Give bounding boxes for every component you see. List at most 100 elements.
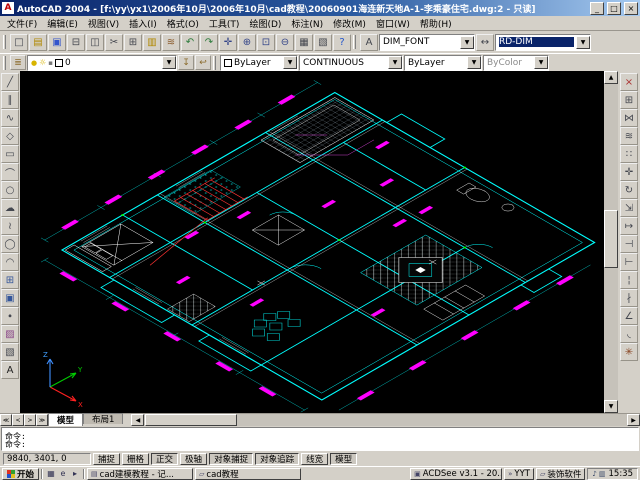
plot-preview-icon[interactable]: ◫ <box>86 34 104 51</box>
command-window[interactable]: 命令: 命令: <box>1 427 639 451</box>
break-at-point-icon[interactable]: ¦ <box>620 271 638 289</box>
save-file-icon[interactable]: ▣ <box>48 34 66 51</box>
cut-icon[interactable]: ✂ <box>105 34 123 51</box>
autocad-app-icon[interactable]: A <box>2 2 14 14</box>
multiline-text-icon[interactable]: A <box>1 361 19 379</box>
make-block-icon[interactable]: ▣ <box>1 289 19 307</box>
zoom-window-icon[interactable]: ⊡ <box>257 34 275 51</box>
ellipse-icon[interactable]: ◯ <box>1 235 19 253</box>
explode-icon[interactable]: ✳ <box>620 343 638 361</box>
offset-icon[interactable]: ≋ <box>620 127 638 145</box>
coordinate-readout[interactable]: 9840, 3401, 0 <box>3 453 91 465</box>
vertical-scroll-track[interactable] <box>604 84 618 400</box>
stretch-icon[interactable]: ↦ <box>620 217 638 235</box>
layer-combo[interactable]: ● ☼ ▪ 0 ▼ <box>27 55 177 71</box>
edit-menu[interactable]: 编辑(E) <box>42 16 83 31</box>
window-menu[interactable]: 窗口(W) <box>371 16 415 31</box>
command-prompt[interactable]: 命令: <box>5 441 635 449</box>
text-style-icon[interactable]: A <box>360 34 378 51</box>
acdsee-window-button[interactable]: ▣ ACDSee v3.1 - 20... <box>410 468 502 480</box>
drawing-canvas[interactable]: X Y Z <box>20 71 604 413</box>
pan-realtime-icon[interactable]: ✛ <box>219 34 237 51</box>
paste-icon[interactable]: ▥ <box>143 34 161 51</box>
osnap-toggle[interactable]: 对象捕捉 <box>209 453 253 465</box>
show-desktop-icon[interactable]: ▦ <box>45 468 57 480</box>
help-icon[interactable]: ? <box>333 34 351 51</box>
close-button[interactable]: × <box>624 2 638 15</box>
fillet-icon[interactable]: ◟ <box>620 325 638 343</box>
cad-tutorial-folder-taskbutton[interactable]: ▱ cad教程 <box>195 468 301 480</box>
toolbar-grip[interactable] <box>213 56 216 70</box>
erase-icon[interactable]: × <box>620 73 638 91</box>
internet-explorer-icon[interactable]: e <box>57 468 69 480</box>
redo-icon[interactable]: ↷ <box>200 34 218 51</box>
horizontal-scroll-track[interactable] <box>144 414 627 426</box>
rotate-icon[interactable]: ↻ <box>620 181 638 199</box>
layer-properties-manager-icon[interactable]: ≣ <box>10 55 26 70</box>
text-style-combo[interactable]: DIM_FONT ▼ <box>379 34 475 51</box>
chevron-down-icon[interactable]: ▼ <box>388 56 402 69</box>
ellipse-arc-icon[interactable]: ◠ <box>1 253 19 271</box>
make-object-layer-current-icon[interactable]: ↧ <box>178 55 194 70</box>
chevron-down-icon[interactable]: ▼ <box>162 56 176 69</box>
snap-toggle[interactable]: 捕捉 <box>93 453 120 465</box>
format-menu[interactable]: 格式(O) <box>162 16 204 31</box>
view-menu[interactable]: 视图(V) <box>83 16 124 31</box>
layout1-tab[interactable]: 布局1 <box>83 413 123 424</box>
dim-style-icon[interactable]: ↔ <box>476 34 494 51</box>
chevron-down-icon[interactable]: ▼ <box>576 36 590 49</box>
point-icon[interactable]: ∙ <box>1 307 19 325</box>
next-tab-button[interactable]: > <box>24 414 36 426</box>
layer-previous-icon[interactable]: ↩ <box>195 55 211 70</box>
horizontal-scroll-thumb[interactable] <box>145 414 237 426</box>
start-button[interactable]: 开始 <box>2 468 39 480</box>
revision-cloud-icon[interactable]: ☁ <box>1 199 19 217</box>
model-tab[interactable]: 模型 <box>48 413 83 426</box>
clock[interactable]: 15:35 <box>609 469 634 479</box>
region-icon[interactable]: ▧ <box>1 343 19 361</box>
input-method-icon[interactable]: ▥ <box>599 470 606 478</box>
vertical-scrollbar[interactable]: ▲ ▼ <box>604 71 618 413</box>
color-combo[interactable]: ByLayer ▼ <box>220 55 298 71</box>
extend-icon[interactable]: ⊢ <box>620 253 638 271</box>
restore-button[interactable]: □ <box>607 2 621 15</box>
zoom-previous-icon[interactable]: ⊖ <box>276 34 294 51</box>
line-icon[interactable]: ╱ <box>1 73 19 91</box>
hatch-icon[interactable]: ▨ <box>1 325 19 343</box>
lineweight-toggle[interactable]: 线宽 <box>301 453 328 465</box>
zoom-realtime-icon[interactable]: ⊕ <box>238 34 256 51</box>
decor-software-folder-button[interactable]: ▱ 装饰软件 <box>536 468 585 480</box>
tools-menu[interactable]: 工具(T) <box>204 16 245 31</box>
plot-icon[interactable]: ⊟ <box>67 34 85 51</box>
file-menu[interactable]: 文件(F) <box>2 16 42 31</box>
properties-icon[interactable]: ▦ <box>295 34 313 51</box>
polygon-icon[interactable]: ◇ <box>1 127 19 145</box>
move-icon[interactable]: ✛ <box>620 163 638 181</box>
copy-clipboard-icon[interactable]: ⊞ <box>124 34 142 51</box>
linetype-combo[interactable]: CONTINUOUS ▼ <box>299 55 403 71</box>
designcenter-icon[interactable]: ▧ <box>314 34 332 51</box>
polar-toggle[interactable]: 极轴 <box>180 453 207 465</box>
break-icon[interactable]: ∤ <box>620 289 638 307</box>
minimize-button[interactable]: _ <box>590 2 604 15</box>
mirror-icon[interactable]: ⋈ <box>620 109 638 127</box>
circle-icon[interactable]: ○ <box>1 181 19 199</box>
chevron-down-icon[interactable]: ▼ <box>283 56 297 69</box>
polyline-icon[interactable]: ∿ <box>1 109 19 127</box>
cad-modeling-tutorial-notepad-taskbutton[interactable]: ▤ cad建模教程 - 记... <box>87 468 193 480</box>
construction-line-icon[interactable]: ∥ <box>1 91 19 109</box>
ortho-toggle[interactable]: 正交 <box>151 453 178 465</box>
otrack-toggle[interactable]: 对象追踪 <box>255 453 299 465</box>
scroll-up-icon[interactable]: ▲ <box>604 71 618 84</box>
trim-icon[interactable]: ⊣ <box>620 235 638 253</box>
dimension-menu[interactable]: 标注(N) <box>286 16 328 31</box>
chamfer-icon[interactable]: ∠ <box>620 307 638 325</box>
scale-icon[interactable]: ⇲ <box>620 199 638 217</box>
grid-toggle[interactable]: 栅格 <box>122 453 149 465</box>
insert-block-icon[interactable]: ⊞ <box>1 271 19 289</box>
scroll-left-icon[interactable]: ◀ <box>131 414 144 426</box>
chevron-down-icon[interactable]: ▼ <box>460 36 474 49</box>
chevron-down-icon[interactable]: ▼ <box>467 56 481 69</box>
volume-icon[interactable]: ♪ <box>592 470 596 478</box>
rectangle-icon[interactable]: ▭ <box>1 145 19 163</box>
